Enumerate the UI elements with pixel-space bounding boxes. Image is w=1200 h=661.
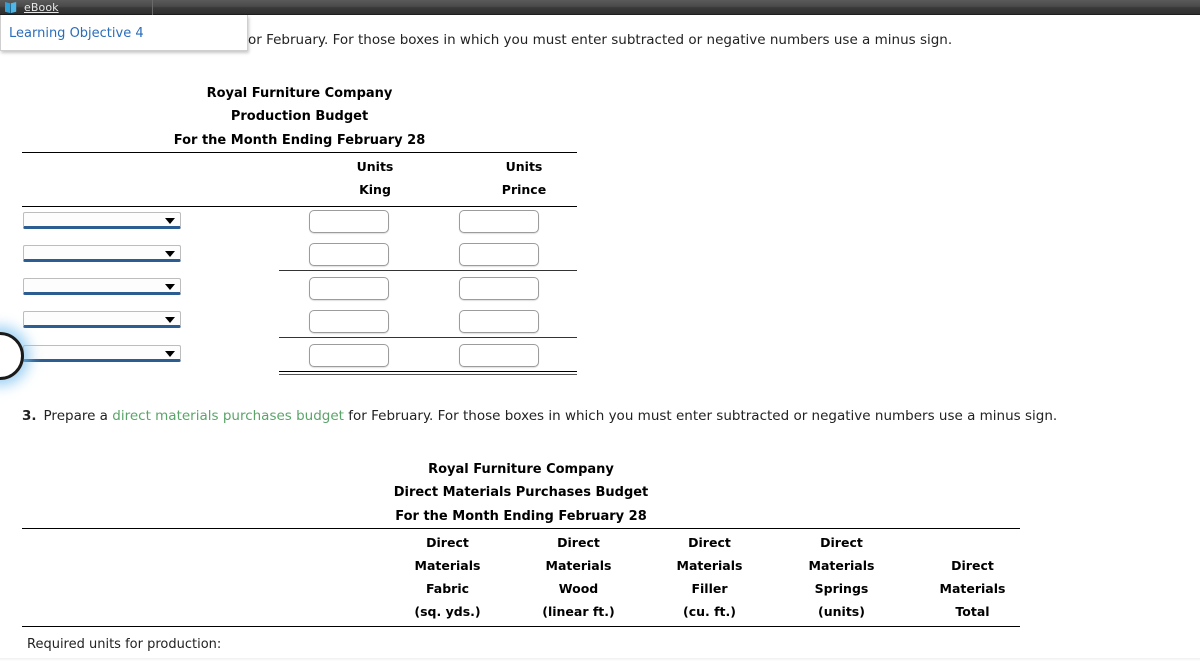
pb-row-5-prince-input[interactable] [459,344,539,367]
production-budget-title-1: Royal Furniture Company [206,86,393,101]
pb-row-1-prince-input[interactable] [459,210,539,233]
pb-col-prince-line1: Units [505,159,543,174]
ebook-button[interactable]: eBook [4,0,59,15]
pb-rule-header [22,206,577,207]
question-2-text: or February. For those boxes in which yo… [248,32,953,48]
production-budget-title-2: Production Budget [230,109,369,125]
dm-title-3: For the Month Ending February 28 [395,508,647,524]
help-bubble-indicator[interactable] [0,332,24,380]
learning-objective-link[interactable]: Learning Objective 4 [9,26,144,41]
chevron-down-icon [165,351,175,357]
pb-rule-subtotal-2 [279,337,577,338]
pb-row-4-account-select[interactable] [23,311,181,328]
dm-title-1: Royal Furniture Company [428,462,614,477]
pb-row-4-prince-input[interactable] [459,310,539,333]
pb-row-2-prince-input[interactable] [459,243,539,266]
production-budget-statement: Royal Furniture Company Production Budge… [22,82,577,375]
dm-col-total-line4: Total [955,604,990,619]
chevron-down-icon [165,284,175,290]
question-3-text-after: for February. For those boxes in which y… [348,408,1058,424]
ebook-label: eBook [24,0,59,14]
dm-col-total-line3: Materials [939,581,1006,596]
book-icon [5,1,17,13]
pb-row-1-account-select[interactable] [23,212,181,229]
dm-col-total-line2: Direct [951,558,994,573]
learning-objective-popup: Learning Objective 4 [0,15,248,51]
pb-row-3-king-input[interactable] [309,277,389,300]
pb-row-3-account-select[interactable] [23,278,181,295]
page-root: eBook Learning Objective 4 or February. … [0,0,1200,661]
pb-rule-total-b [279,374,577,375]
question-3-text-before: Prepare a [43,408,108,424]
question-3-prompt: 3. Prepare a direct materials purchases b… [22,408,1057,425]
dm-title-2: Direct Materials Purchases Budget [393,485,649,501]
pb-rule-subtotal-1 [279,270,577,271]
pb-row-2-king-input[interactable] [309,243,389,266]
pb-rule-total-a [279,371,577,372]
pb-rule-top [22,152,577,153]
dm-rule-top [22,528,1020,529]
dm-row-1-label: Required units for production: [27,637,222,652]
pb-col-king-line1: Units [356,159,394,174]
pb-row-1-king-input[interactable] [309,210,389,233]
question-3-number: 3. [22,408,37,424]
pb-row-5-account-select[interactable] [23,345,181,362]
pb-row-2-account-select[interactable] [23,245,181,262]
toolbar-divider [152,0,153,15]
pb-col-prince-line2: Prince [501,182,547,197]
pb-col-king-line2: King [359,182,391,197]
pb-row-3-prince-input[interactable] [459,277,539,300]
dm-col-springs-line1: Direct [820,535,863,550]
pb-row-4-king-input[interactable] [309,310,389,333]
chevron-down-icon [165,251,175,257]
direct-materials-purchases-budget-link[interactable]: direct materials purchases budget [112,408,344,424]
production-budget-title-3: For the Month Ending February 28 [173,132,426,148]
pb-row-5-king-input[interactable] [309,344,389,367]
dm-rule-header [22,626,1020,627]
question-2-prompt: or February. For those boxes in which yo… [248,32,952,49]
chevron-down-icon [165,317,175,323]
chevron-down-icon [165,218,175,224]
top-toolbar: eBook [0,0,1200,15]
direct-materials-budget-statement: Royal Furniture Company Direct Materials… [22,458,1020,627]
